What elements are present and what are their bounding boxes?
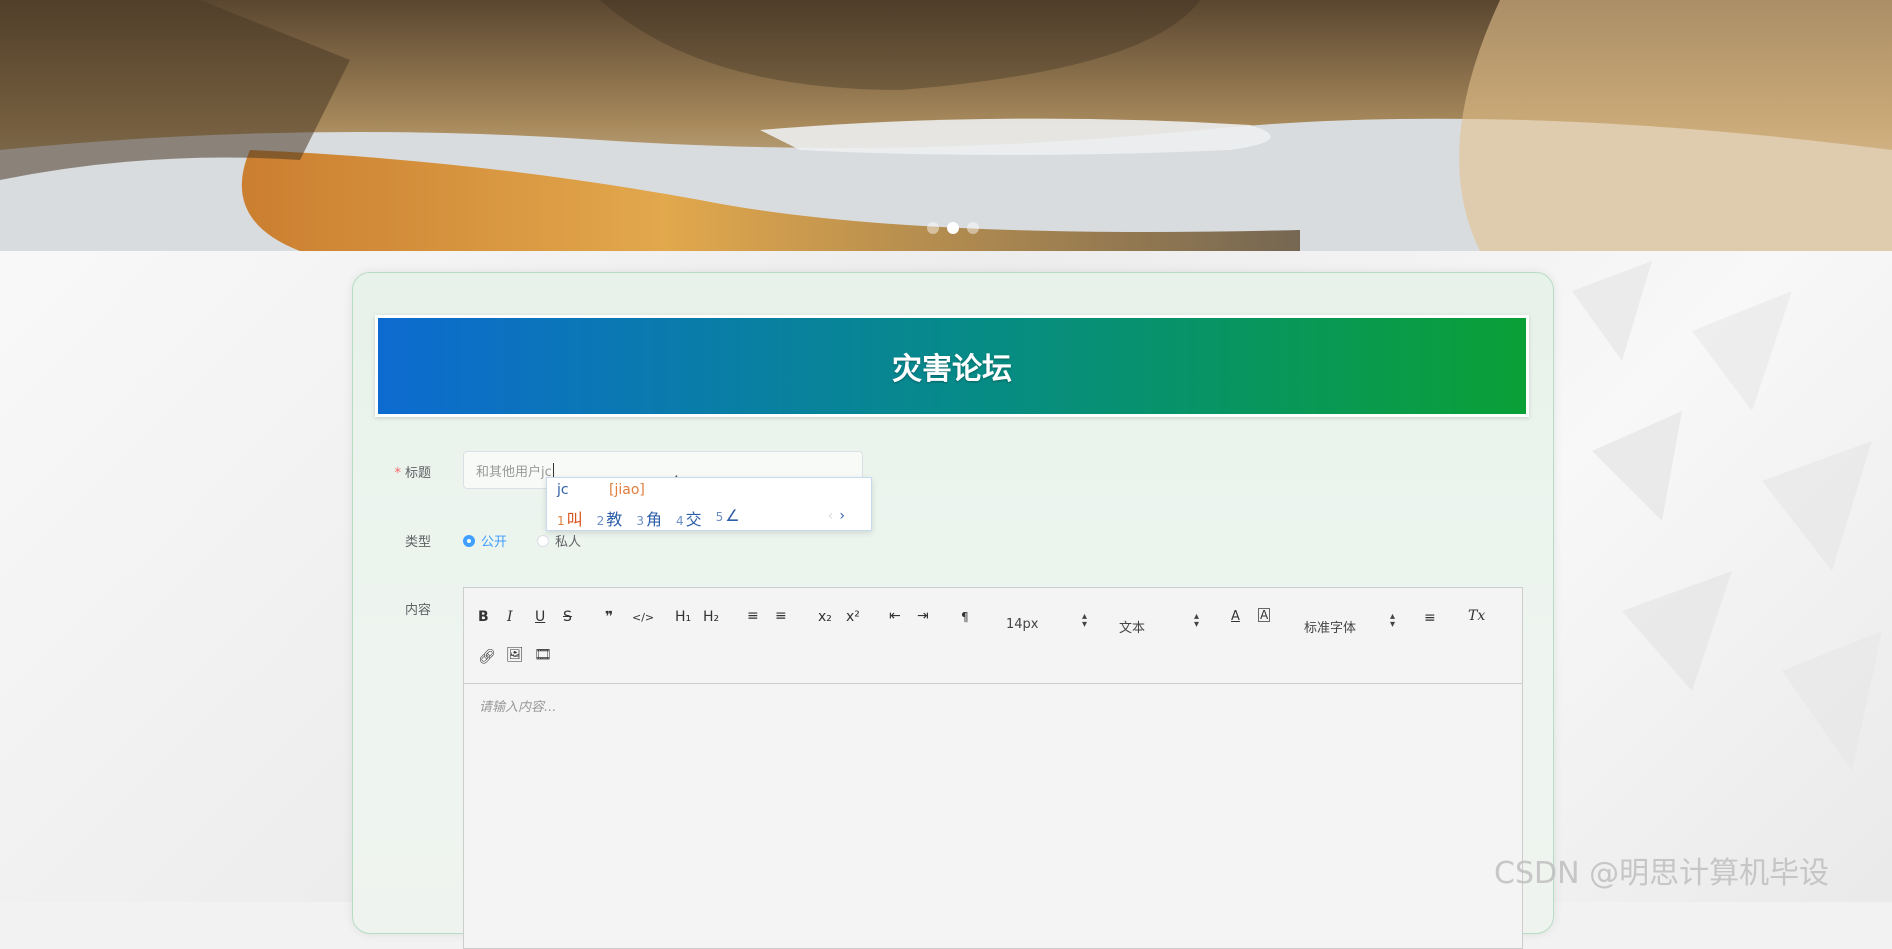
radio-public[interactable]: 公开 bbox=[463, 531, 507, 550]
carousel-dot[interactable] bbox=[967, 222, 979, 234]
type-label: 类型 bbox=[404, 535, 431, 550]
watermark: CSDN @明思计算机毕设 bbox=[1494, 856, 1830, 891]
link-icon[interactable]: 🔗︎ bbox=[478, 648, 496, 666]
indent-increase-button[interactable]: ⇥ bbox=[917, 607, 929, 625]
bold-button[interactable]: B bbox=[478, 608, 489, 626]
background-color-button[interactable]: A bbox=[1258, 608, 1271, 622]
ime-page-nav: ‹ › bbox=[828, 508, 845, 524]
candidate-text: ∠ bbox=[725, 506, 740, 525]
type-radio-group: 公开 私人 bbox=[463, 531, 581, 550]
radio-private-label: 私人 bbox=[555, 535, 582, 550]
candidate-text: 教 bbox=[606, 510, 623, 529]
picker-arrows-icon: ▴ ▾ bbox=[1194, 611, 1200, 630]
title-label-text: 标题 bbox=[404, 466, 431, 481]
required-mark: * bbox=[394, 466, 401, 481]
font-size-value: 14px bbox=[1006, 617, 1039, 632]
radio-private[interactable]: 私人 bbox=[537, 531, 581, 550]
italic-button[interactable]: I bbox=[507, 608, 513, 626]
header-2-button[interactable]: H₂ bbox=[703, 608, 719, 626]
header-picker[interactable]: 文本 ▴ ▾ bbox=[1119, 612, 1207, 637]
editor-toolbar: B I U S ❞ </> H₁ H₂ ≡ ≡ x₂ x² ⇤ ⇥ ¶ 14px… bbox=[464, 588, 1522, 684]
clear-format-button[interactable]: Tx bbox=[1468, 607, 1485, 625]
ime-candidate[interactable]: 2教 bbox=[597, 506, 623, 530]
page-title: 灾害论坛 bbox=[892, 352, 1012, 387]
page-title-banner: 灾害论坛 bbox=[375, 315, 1529, 417]
superscript-button[interactable]: x² bbox=[846, 608, 860, 626]
ime-candidate-window: jc [jiao] 1叫 2教 3角 4交 5 ∠ ‹ › bbox=[546, 477, 872, 531]
radio-checked-icon bbox=[463, 534, 475, 547]
blockquote-button[interactable]: ❞ bbox=[605, 608, 613, 626]
indent-decrease-button[interactable]: ⇤ bbox=[889, 607, 901, 625]
rich-text-editor: B I U S ❞ </> H₁ H₂ ≡ ≡ x₂ x² ⇤ ⇥ ¶ 14px… bbox=[463, 587, 1523, 949]
image-icon[interactable]: 🖼︎ bbox=[506, 646, 524, 664]
radio-unchecked-icon bbox=[537, 534, 550, 547]
ime-composition: jc bbox=[557, 482, 569, 498]
post-form-card: 灾害论坛 * 标题 和其他用户jc 类型 公开 私人 内容 B I U S ❞ <… bbox=[352, 272, 1554, 949]
carousel-dots bbox=[927, 222, 979, 234]
decorative-facets bbox=[1572, 261, 1882, 771]
picker-arrows-icon: ▴ ▾ bbox=[1390, 611, 1396, 630]
bullet-list-button[interactable]: ≡ bbox=[775, 607, 787, 625]
title-input-value: 和其他用户jc bbox=[476, 464, 552, 480]
code-block-button[interactable]: </> bbox=[632, 609, 654, 627]
ime-candidate[interactable]: 4交 bbox=[676, 506, 702, 530]
font-family-picker[interactable]: 标准字体 ▴ ▾ bbox=[1304, 612, 1396, 637]
align-button[interactable]: ≡ bbox=[1424, 609, 1436, 627]
ime-prev-page-button[interactable]: ‹ bbox=[828, 508, 834, 524]
ordered-list-button[interactable]: ≡ bbox=[747, 607, 759, 625]
carousel-dot-active[interactable] bbox=[947, 222, 959, 234]
font-family-value: 标准字体 bbox=[1304, 621, 1357, 636]
ime-candidate[interactable]: 5 ∠ bbox=[716, 506, 740, 530]
text-color-button[interactable]: A bbox=[1231, 608, 1240, 626]
candidate-number: 1 bbox=[557, 514, 565, 528]
subscript-button[interactable]: x₂ bbox=[818, 608, 832, 626]
strike-button[interactable]: S bbox=[563, 608, 572, 626]
radio-public-label: 公开 bbox=[481, 535, 508, 550]
editor-content-area[interactable]: 请输入内容... bbox=[464, 684, 1522, 727]
candidate-number: 3 bbox=[636, 514, 644, 528]
editor-placeholder: 请输入内容... bbox=[479, 700, 557, 715]
text-caret bbox=[552, 463, 554, 477]
header-picker-value: 文本 bbox=[1119, 621, 1146, 636]
content-label: 内容 bbox=[404, 603, 431, 618]
candidate-text: 交 bbox=[685, 510, 702, 529]
candidate-number: 5 bbox=[715, 510, 724, 524]
winter-landscape-image bbox=[0, 0, 1892, 251]
ime-candidate-list: 1叫 2教 3角 4交 5 ∠ bbox=[557, 506, 740, 530]
font-size-picker[interactable]: 14px ▴ ▾ bbox=[1006, 612, 1094, 633]
text-direction-button[interactable]: ¶ bbox=[961, 608, 969, 626]
candidate-text: 角 bbox=[645, 510, 662, 529]
hero-banner bbox=[0, 0, 1892, 251]
carousel-dot[interactable] bbox=[927, 222, 939, 234]
video-icon[interactable]: 🎞︎ bbox=[534, 646, 552, 664]
ime-candidate[interactable]: 1叫 bbox=[557, 506, 583, 530]
underline-button[interactable]: U bbox=[535, 608, 545, 626]
candidate-text: 叫 bbox=[566, 510, 583, 529]
ime-candidate[interactable]: 3角 bbox=[636, 506, 662, 530]
candidate-number: 2 bbox=[596, 514, 605, 528]
ime-pinyin: [jiao] bbox=[609, 482, 645, 498]
header-1-button[interactable]: H₁ bbox=[675, 608, 691, 626]
ime-next-page-button[interactable]: › bbox=[839, 508, 845, 524]
picker-arrows-icon: ▴ ▾ bbox=[1082, 611, 1088, 630]
candidate-number: 4 bbox=[675, 514, 684, 528]
title-label: * 标题 bbox=[371, 462, 431, 481]
